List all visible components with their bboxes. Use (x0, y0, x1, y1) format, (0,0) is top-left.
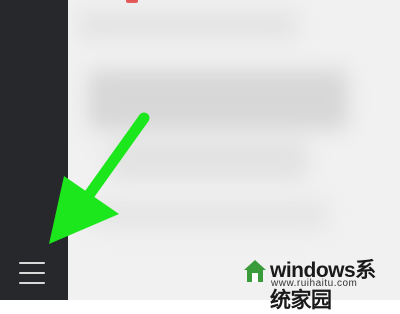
house-logo-icon (244, 260, 266, 282)
watermark: windows系统家园 www.ruihaitu.com (242, 250, 392, 312)
watermark-url: www.ruihaitu.com (271, 278, 358, 289)
menu-line (19, 272, 45, 274)
hamburger-menu-icon[interactable] (19, 262, 45, 284)
sidebar (0, 0, 68, 300)
menu-line (19, 262, 45, 264)
menu-line (19, 282, 45, 284)
